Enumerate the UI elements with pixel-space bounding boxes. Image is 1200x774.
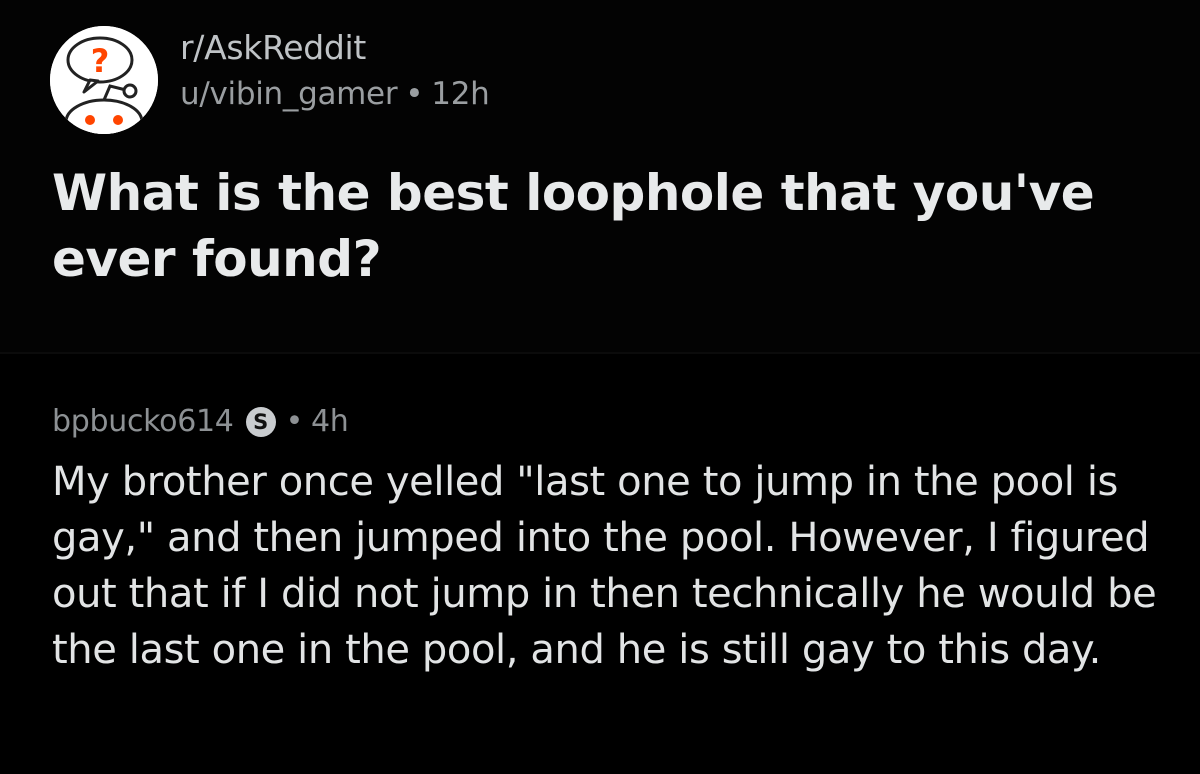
separator-dot: • (285, 404, 304, 439)
post-header: ? r/AskReddit u/vibin_gamer • 12h What is … (0, 0, 1200, 352)
comment-header: bpbucko614 S • 4h (52, 402, 349, 442)
comment-body: My brother once yelled "last one to jump… (52, 459, 1157, 673)
svg-text:?: ? (91, 42, 110, 80)
post-age: 12h (431, 76, 490, 112)
askreddit-snoo-icon: ? (50, 26, 158, 134)
flair-s-icon: S (245, 407, 276, 437)
subreddit-avatar[interactable]: ? (50, 26, 158, 134)
post-title[interactable]: What is the best loophole that you've ev… (52, 160, 1172, 292)
subreddit-link[interactable]: r/AskReddit (180, 28, 489, 68)
post-author-line: u/vibin_gamer • 12h (180, 74, 490, 114)
comment-age: 4h (310, 404, 349, 439)
post-author-link[interactable]: u/vibin_gamer (180, 76, 398, 112)
comment: bpbucko614 S • 4h My brother once yelled… (0, 354, 1200, 774)
comment-author-link[interactable]: bpbucko614 (52, 402, 234, 442)
post-meta: r/AskReddit u/vibin_gamer • 12h (180, 28, 490, 114)
separator-dot: • (405, 76, 424, 112)
